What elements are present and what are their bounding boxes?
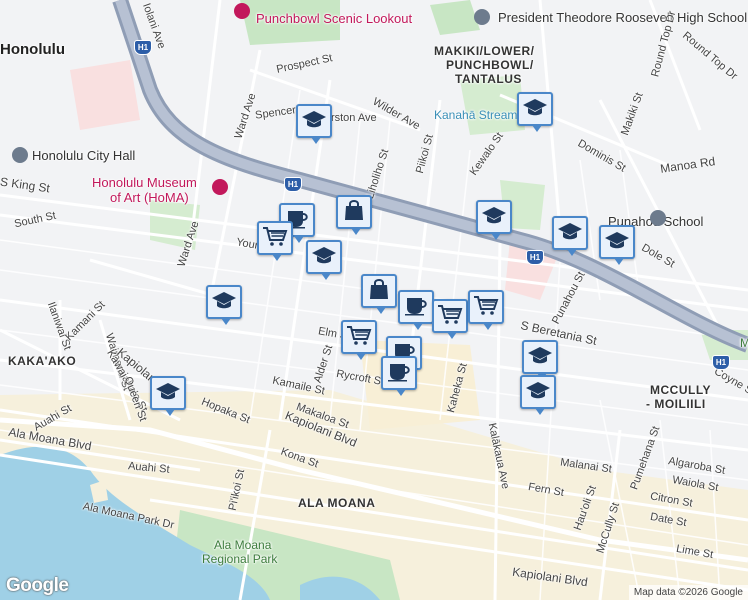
shopping-cart-icon	[346, 324, 372, 351]
label-makiki-area: MAKIKI/LOWER/	[434, 44, 535, 58]
google-logo: Google	[6, 575, 69, 596]
marker-school[interactable]	[306, 240, 342, 280]
cafe-icon	[386, 360, 412, 387]
cafe-icon	[403, 294, 429, 321]
h1-shield-icon-3: H1	[526, 250, 544, 265]
marker-school[interactable]	[520, 375, 556, 415]
shopping-bag-icon	[366, 278, 392, 305]
marker-school[interactable]	[150, 376, 186, 416]
shopping-cart-icon	[473, 294, 499, 321]
marker-school[interactable]	[552, 216, 588, 256]
marker-shopping-bag[interactable]	[336, 195, 372, 235]
marker-shopping-cart[interactable]	[257, 221, 293, 261]
label-punchbowl-lookout[interactable]: Punchbowl Scenic Lookout	[256, 11, 412, 26]
shopping-bag-icon	[341, 199, 367, 226]
school-icon	[481, 204, 507, 231]
label-kakaako: KAKA'AKO	[8, 354, 77, 368]
label-moiliili: - MOILIILI	[646, 397, 706, 411]
school-icon	[557, 220, 583, 247]
h1-shield-icon-4: H1	[712, 355, 730, 370]
map-attribution[interactable]: Map data ©2026 Google	[628, 585, 748, 600]
label-city-hall[interactable]: Honolulu City Hall	[32, 148, 135, 163]
label-kanaha-stream: Kanahā Stream	[434, 108, 518, 122]
label-ala-moana: ALA MOANA	[298, 496, 376, 510]
marker-school[interactable]	[599, 225, 635, 265]
label-ala-moana-park-2: Regional Park	[202, 552, 278, 566]
label-museum[interactable]: Honolulu Museum	[92, 175, 197, 190]
marker-school[interactable]	[296, 104, 332, 144]
shopping-cart-icon	[262, 225, 288, 252]
school-icon	[604, 229, 630, 256]
marker-school[interactable]	[206, 285, 242, 325]
h1-shield-icon: H1	[134, 40, 152, 55]
marker-school[interactable]	[476, 200, 512, 240]
viewpoint-icon	[234, 3, 250, 19]
marker-school[interactable]	[517, 92, 553, 132]
marker-shopping-bag[interactable]	[361, 274, 397, 314]
school-icon	[527, 344, 553, 371]
school-icon	[301, 108, 327, 135]
school-icon	[525, 379, 551, 406]
label-mccully: MCCULLY	[650, 383, 712, 397]
marker-cafe[interactable]	[398, 290, 434, 330]
label-m-edge: M	[740, 336, 748, 350]
label-honolulu: Honolulu	[0, 41, 65, 58]
h1-shield-icon-2: H1	[284, 177, 302, 192]
marker-shopping-cart[interactable]	[468, 290, 504, 330]
shopping-cart-icon	[437, 303, 463, 330]
school-icon	[311, 244, 337, 271]
label-ala-moana-park: Ala Moana	[214, 538, 272, 552]
label-roosevelt-hs[interactable]: President Theodore Roosevelt High School	[498, 10, 747, 25]
school-poi-icon-2	[650, 210, 666, 226]
label-makiki-area-2: PUNCHBOWL/	[446, 58, 534, 72]
school-icon	[155, 380, 181, 407]
school-icon	[211, 289, 237, 316]
marker-cafe[interactable]	[381, 356, 417, 396]
museum-icon	[212, 179, 228, 195]
map-canvas[interactable]: Honolulu Punchbowl Scenic Lookout Presid…	[0, 0, 748, 600]
marker-school[interactable]	[522, 340, 558, 380]
label-museum-2[interactable]: of Art (HoMA)	[110, 190, 189, 205]
marker-shopping-cart[interactable]	[341, 320, 377, 360]
marker-shopping-cart[interactable]	[432, 299, 468, 339]
label-makiki-area-3: TANTALUS	[455, 72, 522, 86]
school-icon	[522, 96, 548, 123]
city-hall-icon	[12, 147, 28, 163]
school-poi-icon	[474, 9, 490, 25]
